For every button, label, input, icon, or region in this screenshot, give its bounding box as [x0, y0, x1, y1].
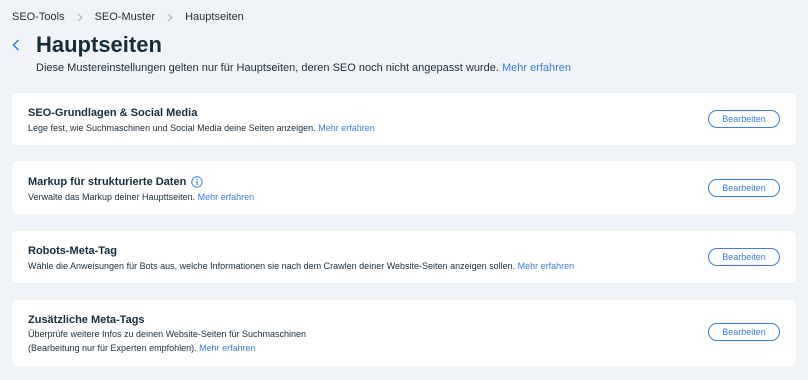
learn-more-link[interactable]: Mehr erfahren — [518, 261, 575, 271]
edit-button[interactable]: Bearbeiten — [708, 248, 780, 266]
page-header: Hauptseiten — [12, 32, 162, 58]
card-description-text: Wähle die Anweisungen für Bots aus, welc… — [28, 261, 516, 271]
card-description-text: Verwalte das Markup deiner Haupttseiten. — [28, 192, 196, 202]
card-seo-basics: SEO-Grundlagen & Social Media Lege fest,… — [12, 93, 796, 145]
card-title: Markup für strukturierte Daten — [28, 176, 204, 188]
card-description-line: Überprüfe weitere Infos zu deinen Websit… — [28, 329, 306, 339]
card-title: Robots-Meta-Tag — [28, 245, 118, 257]
breadcrumb-item-seo-tools[interactable]: SEO-Tools — [12, 11, 65, 23]
learn-more-link[interactable]: Mehr erfahren — [318, 123, 375, 133]
card-additional-meta-tags: Zusätzliche Meta-Tags Überprüfe weitere … — [12, 300, 796, 366]
chevron-right-icon — [77, 13, 83, 22]
learn-more-link[interactable]: Mehr erfahren — [199, 343, 256, 353]
card-robots-meta-tag: Robots-Meta-Tag Wähle die Anweisungen fü… — [12, 231, 796, 283]
info-icon[interactable] — [191, 176, 204, 188]
card-description-text: (Bearbeitung nur für Experten empfohlen)… — [28, 343, 197, 353]
card-description-text: Lege fest, wie Suchmaschinen und Social … — [28, 123, 316, 133]
card-title: Zusätzliche Meta-Tags — [28, 314, 145, 326]
breadcrumb-item-hauptseiten: Hauptseiten — [185, 11, 244, 23]
card-description: Wähle die Anweisungen für Bots aus, welc… — [28, 259, 574, 273]
learn-more-link[interactable]: Mehr erfahren — [502, 62, 571, 74]
page-subtitle-text: Diese Mustereinstellungen gelten nur für… — [36, 62, 499, 74]
edit-button[interactable]: Bearbeiten — [708, 110, 780, 128]
breadcrumb: SEO-Tools SEO-Muster Hauptseiten — [12, 11, 244, 23]
card-description: Verwalte das Markup deiner Haupttseiten.… — [28, 190, 254, 204]
card-description: Lege fest, wie Suchmaschinen und Social … — [28, 121, 375, 135]
edit-button[interactable]: Bearbeiten — [708, 323, 780, 341]
card-title: SEO-Grundlagen & Social Media — [28, 107, 198, 119]
page-title: Hauptseiten — [36, 32, 162, 57]
chevron-left-icon[interactable] — [12, 35, 26, 55]
edit-button[interactable]: Bearbeiten — [708, 179, 780, 197]
learn-more-link[interactable]: Mehr erfahren — [198, 192, 255, 202]
card-description-line-2: (Bearbeitung nur für Experten empfohlen)… — [28, 341, 306, 355]
breadcrumb-item-seo-muster[interactable]: SEO-Muster — [95, 11, 156, 23]
card-description: Überprüfe weitere Infos zu deinen Websit… — [28, 327, 306, 355]
chevron-right-icon — [167, 13, 173, 22]
page-subtitle: Diese Mustereinstellungen gelten nur für… — [36, 62, 571, 74]
card-title-text: Markup für strukturierte Daten — [28, 176, 187, 188]
card-structured-data: Markup für strukturierte Daten Verwalte … — [12, 161, 796, 214]
